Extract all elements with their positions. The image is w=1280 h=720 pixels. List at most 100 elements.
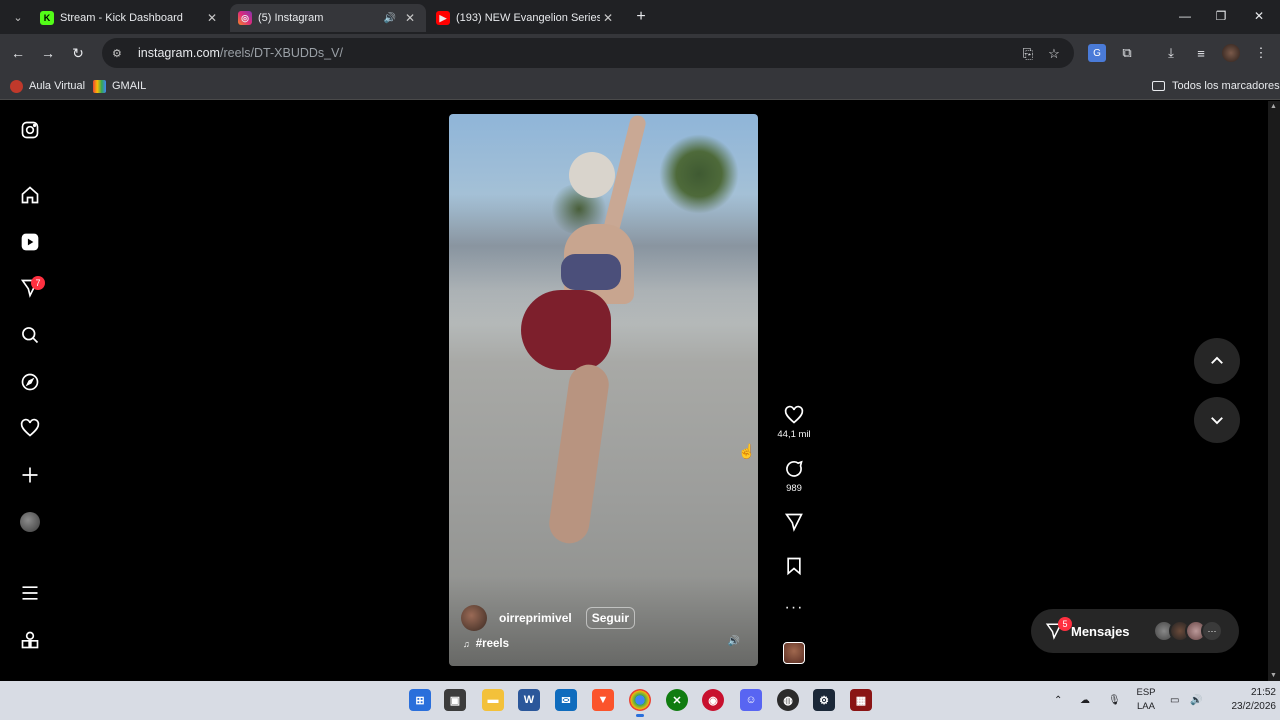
install-app-icon[interactable]: ⎘ [1020,46,1036,62]
tab-search-button[interactable]: ⌄ [8,7,28,27]
search-icon[interactable] [18,323,42,347]
author-avatar[interactable] [461,605,487,631]
globe-icon [10,79,23,93]
follow-button[interactable]: Seguir [585,607,636,629]
tab-title: (5) Instagram [258,12,324,24]
minimize-button[interactable]: — [1172,6,1198,26]
tab-strip: ⌄ K Stream - Kick Dashboard ✕ ◎ (5) Inst… [0,0,1280,34]
discord-icon[interactable]: ☺ [740,689,762,711]
task-view-icon[interactable]: ▣ [444,689,466,711]
heart-notifications-icon[interactable] [18,416,42,440]
microphone-icon[interactable]: 🎙 [1108,681,1121,720]
extensions-icon[interactable]: ⧉ [1118,44,1136,62]
volume-icon[interactable]: 🔊 [1190,681,1202,720]
download-icon[interactable]: ⤓ [1162,44,1180,62]
back-button[interactable]: ← [8,43,28,63]
outlook-icon[interactable]: ✉ [555,689,577,711]
like-action[interactable]: 44,1 mil [777,405,811,440]
address-bar[interactable]: ⚙ instagram.com/reels/DT-XBUDDs_V/ ⎘ ☆ [102,38,1074,68]
reel-author: oirreprimivel Seguir [461,604,636,632]
reel-video[interactable] [449,114,758,666]
messages-badge: 5 [1058,617,1072,631]
bookmark-gmail[interactable]: GMAIL [93,78,146,94]
bookmark-label: Aula Virtual [29,80,86,92]
tab-title: (193) NEW Evangelion Series A [456,12,600,24]
share-icon [784,513,803,532]
more-options-action[interactable]: ··· [780,598,808,618]
close-icon[interactable]: ✕ [600,10,616,26]
reels-icon[interactable] [18,230,42,254]
word-icon[interactable]: W [518,689,540,711]
bookmark-aula-virtual[interactable]: Aula Virtual [10,78,85,94]
reel-tag-text: #reels [475,638,510,650]
forward-button[interactable]: → [38,43,58,63]
restore-button[interactable]: ❐ [1208,6,1234,26]
profile-avatar[interactable] [1222,44,1240,62]
recent-contacts-avatars: ··· [1153,620,1223,642]
previous-reel-button[interactable] [1194,338,1240,384]
window-close-button[interactable]: ✕ [1246,6,1272,26]
youtube-icon: ▶ [436,11,450,25]
tab-title: Stream - Kick Dashboard [60,12,183,24]
show-hidden-icons[interactable]: ⌃ [1054,681,1062,720]
reel-audio-tag[interactable]: ♫ #reels [463,638,509,650]
system-clock[interactable]: 21:52 23/2/2026 [1226,686,1277,714]
bookmark-label: Todos los marcadores [1172,80,1280,92]
bookmark-star-icon[interactable]: ☆ [1046,46,1062,62]
speaker-icon[interactable]: 🔊 [384,13,396,24]
folder-icon [1152,81,1165,91]
scroll-down-arrow[interactable]: ▼ [1270,672,1277,679]
explore-compass-icon[interactable] [18,370,42,394]
bookmark-label: GMAIL [112,80,147,92]
app-icon[interactable]: ▦ [850,689,872,711]
keyboard-layout: LAA [1137,701,1155,712]
gmail-icon [93,79,106,93]
onedrive-icon[interactable]: ☁ [1080,681,1090,720]
menu-kebab-icon[interactable]: ⋮ [1252,44,1270,62]
obs-icon[interactable]: ◍ [777,689,799,711]
tab-instagram[interactable]: ◎ (5) Instagram 🔊 ✕ [230,4,426,32]
game-launcher-icon[interactable]: ◉ [702,689,724,711]
new-tab-button[interactable]: + [632,8,650,26]
comment-icon [786,460,803,477]
share-action[interactable] [780,512,808,532]
instagram-logo-icon[interactable] [18,118,42,142]
save-action[interactable] [780,556,808,576]
url-text: instagram.com/reels/DT-XBUDDs_V/ [138,46,343,60]
media-control-icon[interactable]: ≡ [1192,44,1210,62]
tab-kick[interactable]: K Stream - Kick Dashboard ✕ [32,4,228,32]
translate-extension-icon[interactable]: G [1088,44,1106,62]
more-dots-icon: ··· [784,599,804,616]
steam-icon[interactable]: ⚙ [813,689,835,711]
brave-icon[interactable]: ▼ [592,689,614,711]
profile-avatar[interactable] [18,510,42,534]
all-bookmarks-button[interactable]: Todos los marcadores [1152,78,1280,94]
network-icon[interactable]: ▭ [1170,681,1179,720]
reload-button[interactable]: ↻ [68,43,88,63]
original-audio-thumbnail[interactable] [783,642,805,664]
chrome-icon[interactable] [629,689,651,717]
hand-cursor-icon: ☝ [738,443,756,459]
site-info-icon[interactable]: ⚙ [112,46,126,60]
more-apps-icon[interactable] [18,628,42,652]
messages-button[interactable]: Mensajes ··· [1031,609,1239,653]
windows-start-icon[interactable]: ⊞ [409,689,431,711]
audio-icon: ♫ [463,639,470,649]
close-icon[interactable]: ✕ [402,10,418,26]
language-indicator[interactable]: ESP LAA [1132,686,1160,714]
file-explorer-icon[interactable]: ▬ [482,689,504,711]
menu-hamburger-icon[interactable] [18,581,42,605]
volume-icon[interactable]: 🔊 [726,633,742,649]
author-name[interactable]: oirreprimivel [499,611,572,625]
close-icon[interactable]: ✕ [204,10,220,26]
home-icon[interactable] [18,183,42,207]
page-scrollbar[interactable]: ▲ ▼ [1268,101,1280,681]
bookmark-icon [787,557,801,576]
xbox-icon[interactable]: ✕ [666,689,688,711]
scroll-up-arrow[interactable]: ▲ [1270,103,1277,110]
browser-toolbar: ← → ↻ ⚙ instagram.com/reels/DT-XBUDDs_V/… [0,34,1280,72]
tab-youtube[interactable]: ▶ (193) NEW Evangelion Series A ✕ [428,4,624,32]
create-plus-icon[interactable] [18,463,42,487]
next-reel-button[interactable] [1194,397,1240,443]
comment-action[interactable]: 989 [780,459,808,494]
